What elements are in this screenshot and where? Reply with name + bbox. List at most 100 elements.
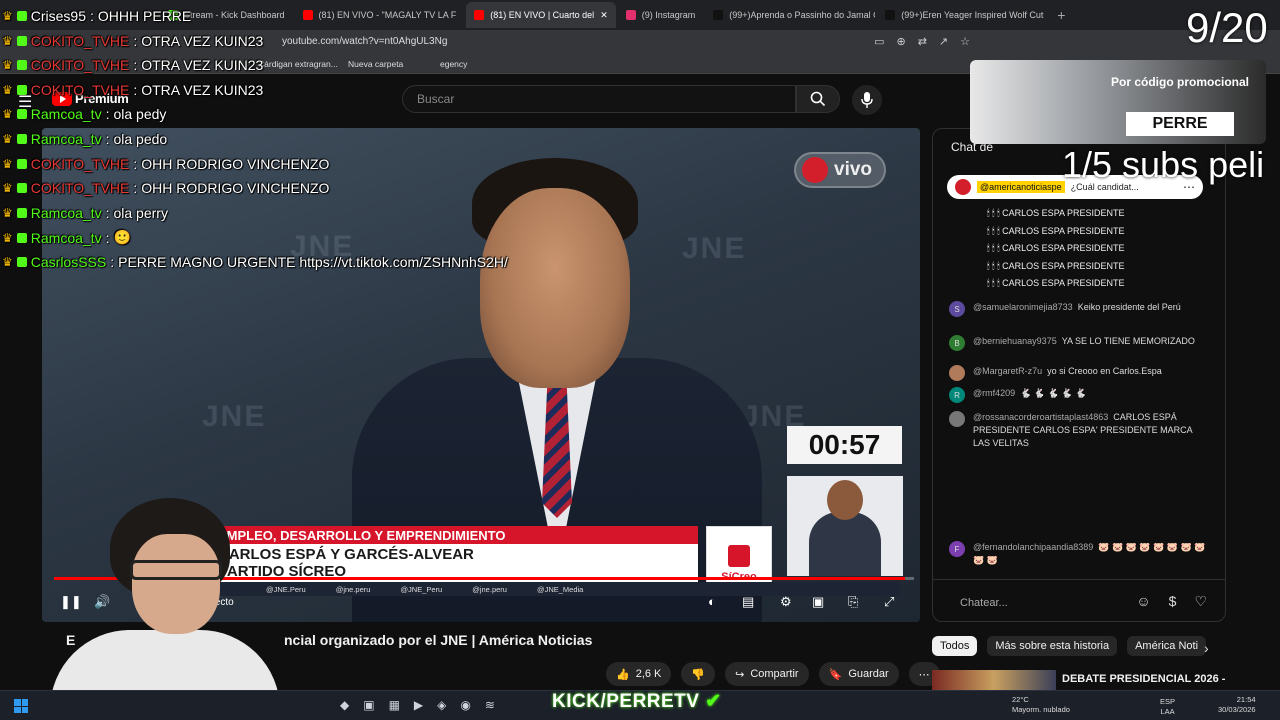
- url-field[interactable]: youtube.com/watch?v=nt0AhgUL3Ng: [282, 36, 447, 47]
- app-icon[interactable]: ▣: [363, 698, 374, 712]
- subscriber-badge-icon: [16, 257, 27, 267]
- app-icon[interactable]: ▶: [414, 698, 423, 712]
- emoji-icon[interactable]: ☺: [1136, 593, 1150, 610]
- kick-chat-text: ola pedy: [113, 106, 167, 123]
- share-icon[interactable]: ↗: [939, 35, 948, 48]
- live-badge-label: vivo: [834, 159, 873, 180]
- heart-icon[interactable]: ♡: [1194, 593, 1207, 610]
- chat-message[interactable]: @rossanacorderoartistaplast4863 CARLOS ES…: [949, 411, 1211, 450]
- thumbs-down-icon: 👎: [691, 668, 706, 681]
- subscriber-badge-icon: [16, 232, 27, 243]
- youtube-handle: @JNE_Media: [536, 584, 584, 594]
- chat-author: @berniehuanay9375: [973, 336, 1057, 346]
- share-button[interactable]: ↪ Compartir: [725, 662, 809, 686]
- related-filters: Todos Más sobre esta historia América No…: [932, 636, 1207, 656]
- discord-icon[interactable]: ◉: [460, 698, 470, 712]
- kick-chat-line: ♛ Ramcoa_tv: ola pedo: [2, 131, 167, 147]
- voice-search-button[interactable]: [852, 85, 882, 115]
- search-button[interactable]: [796, 85, 840, 113]
- chat-message[interactable]: B @berniehuanay9375 YA SE LO TIENE MEMORIZ…: [949, 335, 1211, 351]
- candle-spam-text: CARLOS ESPA PRESIDENTE: [1002, 260, 1125, 271]
- instagram-handle: @jne.peru: [335, 584, 371, 594]
- lower-third: EMPLEO, DESARROLLO Y EMPRENDIMIENTO CARL…: [210, 526, 698, 584]
- browser-tab[interactable]: (81) EN VIVO - "MAGALY TV LA F: [295, 2, 465, 28]
- bookmark-star-icon[interactable]: ☆: [960, 35, 970, 48]
- bookmark-item[interactable]: Cárdigan extragran...: [258, 59, 338, 69]
- bookmark-folder[interactable]: Nueva carpeta: [348, 59, 403, 69]
- bookmark-icon: 🔖: [828, 668, 843, 681]
- language-indicator[interactable]: ESP LAA: [1160, 697, 1175, 717]
- tab-label: (9) Instagram: [641, 10, 696, 20]
- live-badge: vivo: [794, 152, 886, 188]
- search-input[interactable]: Buscar: [402, 85, 796, 113]
- close-tab-icon[interactable]: ✕: [600, 10, 608, 21]
- app-icon[interactable]: ◆: [340, 698, 349, 712]
- chat-message[interactable]: R @rmf4209 🐇 🐇 🐇 🐇 🐇: [949, 387, 1211, 403]
- filter-chip-story[interactable]: Más sobre esta historia: [987, 636, 1118, 656]
- crown-icon: ♛: [2, 205, 13, 220]
- browser-tab[interactable]: (9) Instagram: [618, 2, 704, 28]
- filter-chip-all[interactable]: Todos: [932, 636, 978, 656]
- windows-start-icon[interactable]: [14, 699, 28, 713]
- kick-chat-line: ♛ CasrlosSSS: PERRE MAGNO URGENTE https://…: [2, 254, 508, 270]
- autoplay-toggle-icon[interactable]: ◐: [708, 594, 716, 609]
- weather-widget[interactable]: 22°C Mayorm. nublado: [1012, 695, 1070, 715]
- fullscreen-icon[interactable]: ⤢: [884, 594, 894, 610]
- save-button[interactable]: 🔖 Guardar: [818, 662, 899, 686]
- new-tab-button[interactable]: +: [1049, 7, 1073, 23]
- candle-spam-line: 🕯 🕯 🕯 CARLOS ESPA PRESIDENTE: [987, 275, 1125, 293]
- screen: Stream - Kick Dashboard (81) EN VIVO - "M…: [0, 0, 1280, 720]
- subscriber-badge-icon: [16, 183, 27, 194]
- crown-icon: ♛: [2, 107, 13, 122]
- browser-tab[interactable]: (99+)Eren Yeager Inspired Wolf Cut: [877, 2, 1047, 28]
- party-logo: SíCreo: [706, 526, 772, 584]
- cast-icon[interactable]: ▭: [874, 35, 884, 48]
- address-bar-icons: ▭ ⊕ ⇄ ↗ ☆: [874, 35, 970, 48]
- app-icon[interactable]: ≋: [485, 698, 495, 712]
- settings-gear-icon[interactable]: ⚙: [780, 594, 792, 610]
- crown-icon: ♛: [2, 33, 13, 48]
- dislike-button[interactable]: 👎: [681, 662, 716, 686]
- super-chat-icon[interactable]: $: [1169, 593, 1177, 610]
- filter-chip-channel[interactable]: América Noti: [1127, 636, 1207, 656]
- kick-chat-line: ♛ COKITO_TVHE: OTRA VEZ KUIN23: [2, 57, 263, 73]
- browser-tab[interactable]: (99+)Aprenda o Passinho do Jamal C: [705, 2, 875, 28]
- crown-icon: ♛: [2, 156, 13, 171]
- candle-icon: 🕯 🕯 🕯: [987, 260, 1003, 271]
- chat-author: @MargaretR-z7u: [973, 366, 1043, 376]
- kick-chat-line: ♛ COKITO_TVHE: OTRA VEZ KUIN23: [2, 33, 263, 49]
- app-icon[interactable]: ◈: [437, 698, 446, 712]
- chat-message[interactable]: F @fernandolanchipaandia8389 🐷 🐷 🐷 🐷 🐷 🐷 🐷…: [949, 541, 1211, 567]
- cast-icon[interactable]: ⎘: [848, 594, 858, 610]
- chevron-right-icon[interactable]: ›: [1204, 640, 1209, 656]
- chat-input[interactable]: Chatear...: [960, 597, 1008, 609]
- system-clock[interactable]: 21:54 30/03/2026: [1218, 695, 1256, 715]
- kick-chat-text: OTRA VEZ KUIN23: [141, 32, 264, 49]
- chat-message-body: @rossanacorderoartistaplast4863 CARLOS ES…: [973, 411, 1211, 450]
- candle-spam-line: 🕯 🕯 🕯 CARLOS ESPA PRESIDENTE: [987, 223, 1125, 241]
- subtitles-icon[interactable]: ▤: [742, 594, 754, 610]
- translate-icon[interactable]: ⇄: [918, 35, 927, 48]
- kick-chat-separator: :: [133, 81, 138, 98]
- video-actions: 👍 2,6 K 👎 ↪ Compartir 🔖 Guardar ⋯: [606, 662, 940, 686]
- kick-brand: KICK/PERRETV ✔: [552, 690, 722, 713]
- kick-chat-separator: :: [105, 131, 110, 147]
- kick-chat-separator: :: [105, 204, 110, 221]
- kick-chat-separator: :: [110, 254, 115, 270]
- chat-message[interactable]: S @samuelaronimejia8733 Keiko presidente d…: [949, 301, 1211, 317]
- zoom-icon[interactable]: ⊕: [896, 35, 905, 48]
- pinned-author: @americanoticiaspe: [977, 181, 1065, 193]
- kick-chat-user: Ramcoa_tv: [30, 131, 102, 147]
- subscriber-badge-icon: [16, 158, 27, 169]
- save-label: Guardar: [848, 668, 889, 680]
- bookmark-folder[interactable]: egency: [440, 59, 467, 69]
- related-video[interactable]: DEBATE PRESIDENCIAL 2026 -: [932, 670, 1232, 690]
- speaker-head: [480, 188, 630, 388]
- like-button[interactable]: 👍 2,6 K: [606, 662, 672, 686]
- chat-message-body: @samuelaronimejia8733 Keiko presidente de…: [973, 301, 1181, 317]
- app-icon[interactable]: ▦: [389, 698, 400, 712]
- chat-message[interactable]: @MargaretR-z7u yo si Creooo en Carlos.Esp…: [949, 365, 1211, 381]
- candle-icon: 🕯 🕯 🕯: [987, 208, 1003, 218]
- browser-tab[interactable]: (81) EN VIVO | Cuarto del ✕: [466, 2, 616, 28]
- miniplayer-icon[interactable]: ▣: [812, 594, 824, 610]
